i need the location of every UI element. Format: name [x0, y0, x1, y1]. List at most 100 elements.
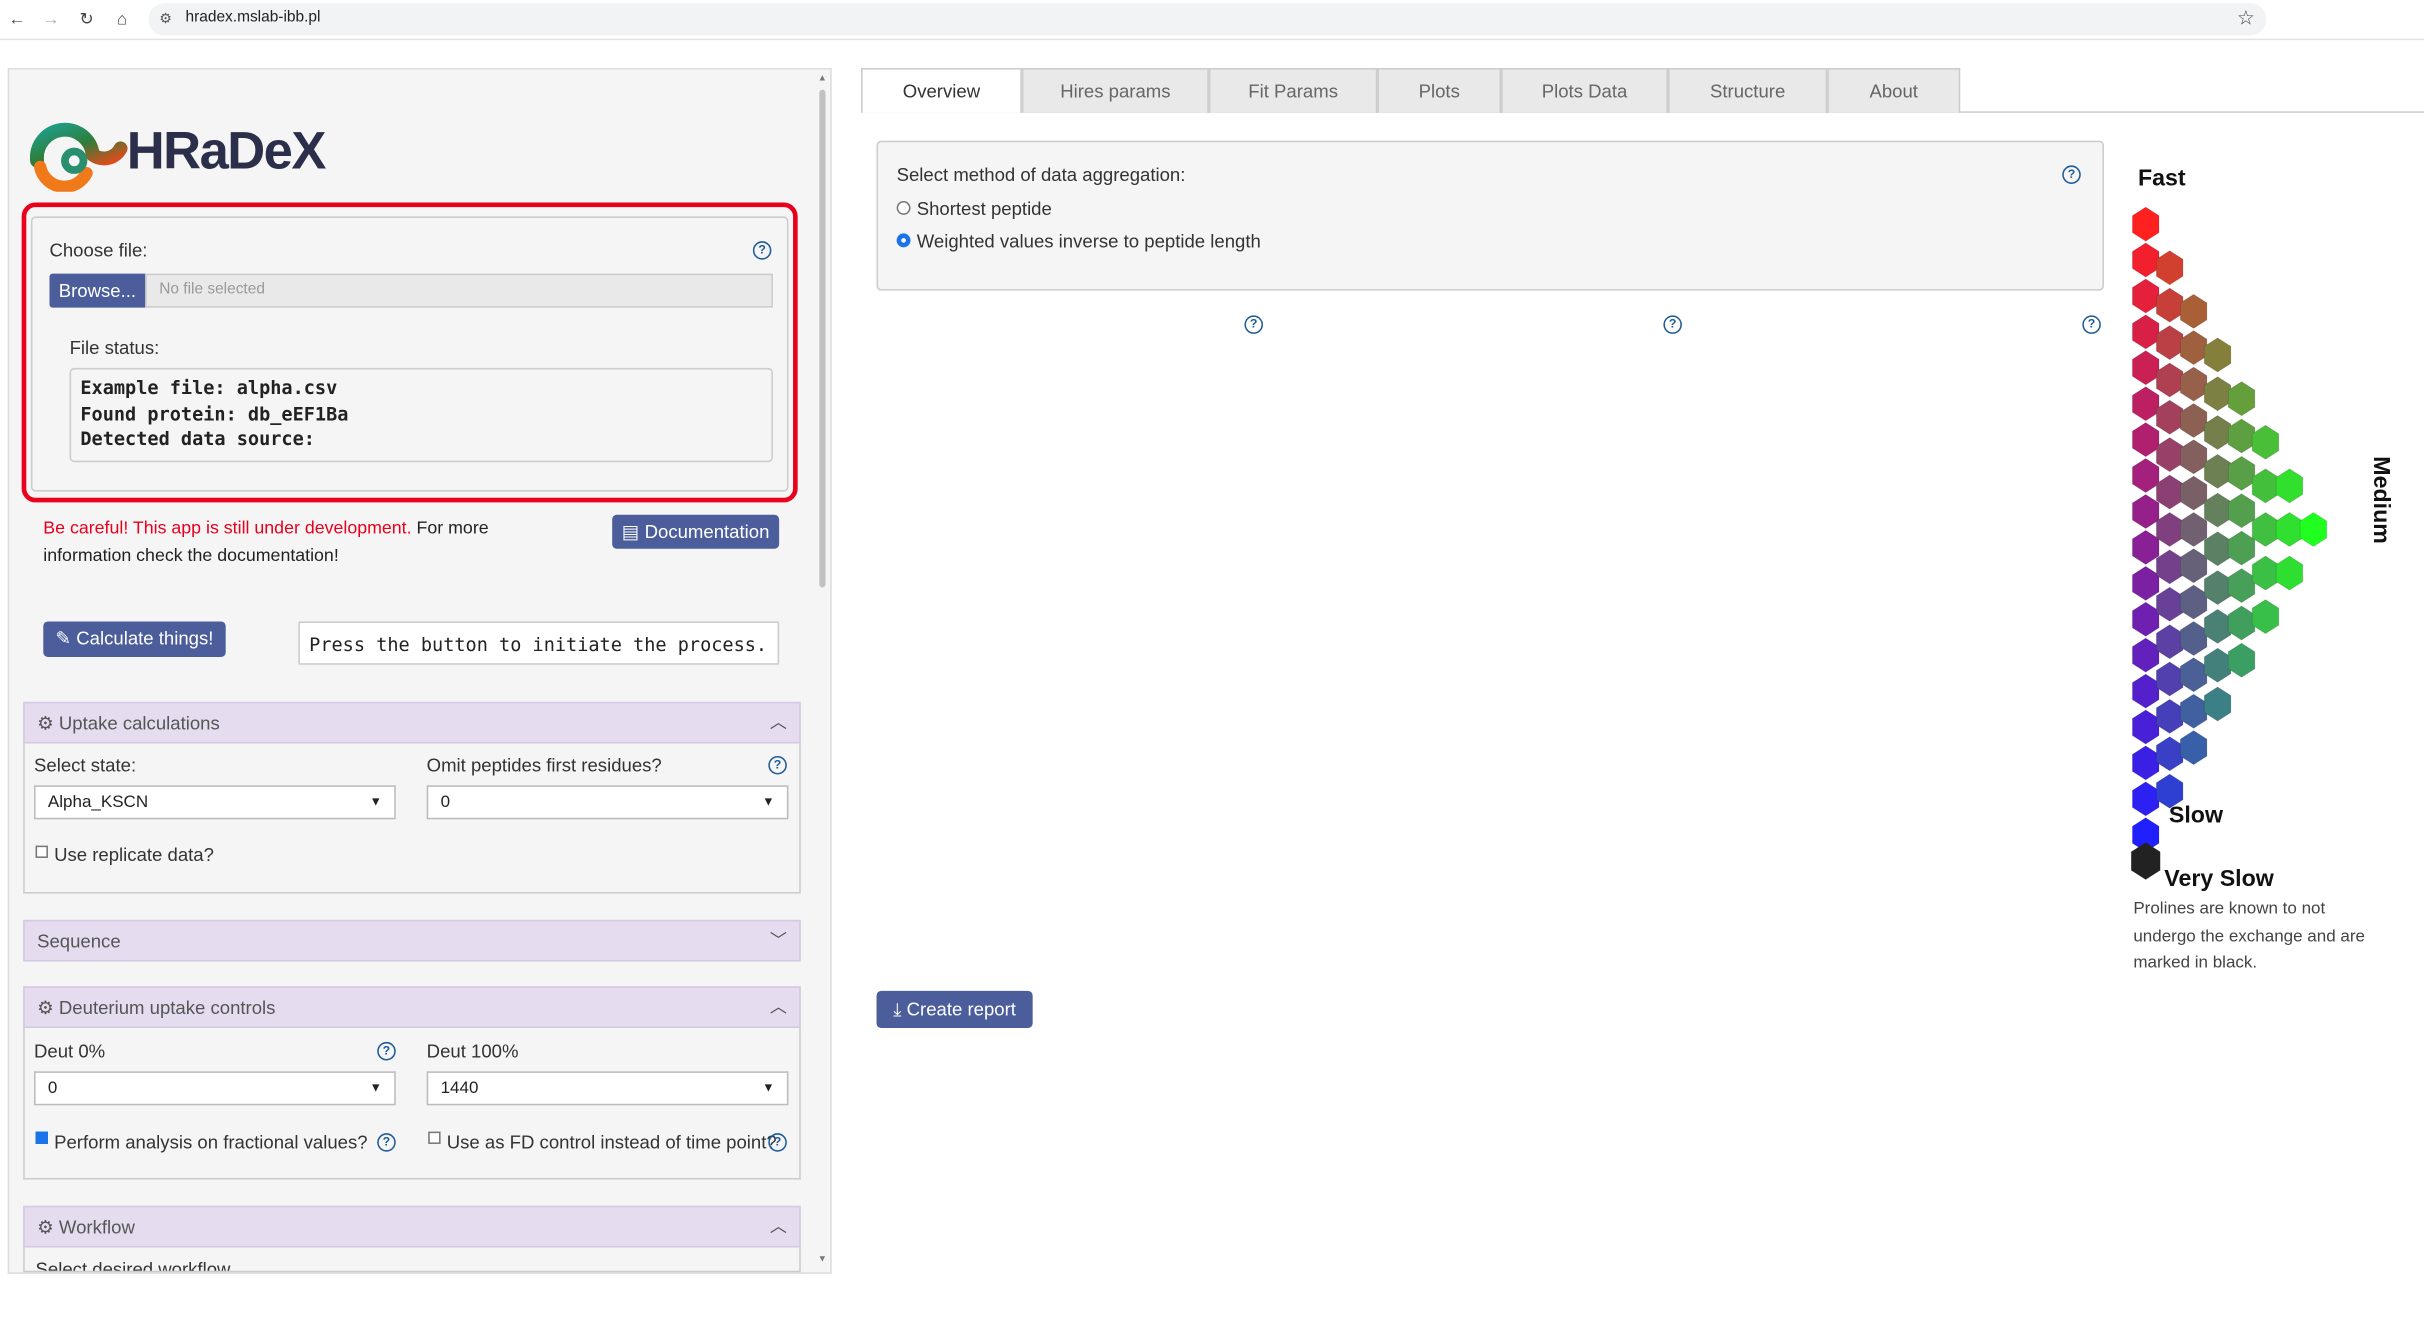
legend-hexagon	[2155, 250, 2184, 286]
legend-hexagon	[2251, 599, 2280, 635]
deut0-select[interactable]: 0 ▼	[34, 1071, 396, 1106]
chevron-down-icon[interactable]: ﹀	[770, 921, 787, 961]
legend-hexagon	[2275, 555, 2304, 591]
browse-button[interactable]: Browse...	[49, 273, 146, 308]
chevron-up-icon[interactable]: ︿	[770, 1207, 787, 1247]
caret-down-icon: ▼	[762, 794, 775, 809]
legend-hexagon	[2155, 773, 2184, 809]
deut0-value: 0	[47, 1079, 58, 1098]
legend-hexagon	[2179, 512, 2208, 547]
help-icon[interactable]: ?	[768, 1133, 787, 1152]
legend-note-line: Prolines are known to not	[2133, 899, 2326, 919]
calculate-button[interactable]: ✎ Calculate things!	[43, 621, 226, 658]
legend-note-line: marked in black.	[2133, 953, 2258, 973]
home-icon[interactable]: ⌂	[108, 6, 136, 34]
status-line: Detected data source:	[80, 428, 315, 450]
tab-plots[interactable]: Plots	[1377, 68, 1502, 113]
legend-hexagon	[2203, 570, 2232, 606]
legend-hexagon	[2132, 494, 2160, 530]
create-report-label: Create report	[906, 998, 1016, 1021]
chevron-up-icon[interactable]: ︿	[770, 703, 787, 743]
back-icon[interactable]: ←	[3, 6, 31, 34]
legend-hexagon	[2132, 350, 2160, 386]
magic-wand-icon: ✎	[55, 627, 72, 650]
url-text[interactable]: hradex.mslab-ibb.pl	[186, 9, 321, 26]
legend-hexagon	[2179, 439, 2208, 475]
help-icon[interactable]: ?	[377, 1041, 396, 1061]
forward-icon[interactable]: →	[37, 6, 65, 34]
fractional-checkbox[interactable]	[35, 1131, 48, 1144]
tab-plots-data[interactable]: Plots Data	[1501, 68, 1669, 113]
legend-hexagon	[2155, 512, 2184, 547]
legend-hexagon	[2203, 492, 2232, 528]
app-logo-text: HRaDeX	[126, 122, 327, 181]
tab-hires-params[interactable]: Hires params	[1021, 68, 1209, 113]
legend-hexagon	[2227, 605, 2256, 641]
legend-hexagon	[2132, 422, 2160, 458]
chevron-up-icon[interactable]: ︿	[770, 988, 787, 1028]
radio-shortest-peptide[interactable]	[896, 200, 911, 215]
legend-hexagon	[2155, 736, 2184, 772]
legend-hexagon	[2227, 530, 2256, 566]
legend-hexagon	[2155, 325, 2184, 361]
uptake-title: Uptake calculations	[58, 712, 220, 735]
file-name-field[interactable]: No file selected	[145, 273, 773, 308]
documentation-button[interactable]: ▤ Documentation	[612, 514, 780, 549]
fractional-label: Perform analysis on fractional values?	[54, 1131, 368, 1154]
omit-value: 0	[440, 793, 451, 812]
help-icon[interactable]: ?	[1663, 315, 1682, 334]
legend-hexagon	[2251, 555, 2280, 591]
legend-hexagon	[2179, 693, 2208, 729]
warning-red: Be careful! This app is still under deve…	[43, 519, 412, 538]
help-icon[interactable]: ?	[1244, 315, 1264, 334]
legend-hexagon	[2251, 424, 2280, 460]
tab-about[interactable]: About	[1827, 68, 1961, 113]
status-line: Example file: alpha.csv	[80, 377, 338, 399]
file-status-output: Example file: alpha.csv Found protein: d…	[69, 367, 773, 463]
fd-control-checkbox[interactable]	[428, 1131, 441, 1144]
aggregation-label: Select method of data aggregation:	[896, 163, 1186, 186]
tab-structure[interactable]: Structure	[1668, 68, 1828, 113]
scroll-down-icon[interactable]: ▼	[818, 1255, 827, 1264]
help-icon[interactable]: ?	[377, 1133, 396, 1152]
reload-icon[interactable]: ↻	[73, 6, 101, 34]
replicate-checkbox[interactable]	[35, 845, 48, 858]
legend-hexagon	[2132, 745, 2160, 781]
tab-overview[interactable]: Overview	[861, 68, 1022, 113]
legend-hexagon	[2179, 403, 2208, 438]
help-icon[interactable]: ?	[752, 241, 772, 260]
status-line: Found protein: db_eEF1Ba	[80, 402, 349, 425]
deut100-select[interactable]: 1440 ▼	[426, 1071, 789, 1106]
scroll-up-icon[interactable]: ▲	[818, 74, 827, 83]
legend-hexagon	[2203, 608, 2232, 644]
uptake-section-header[interactable]: ⚙ Uptake calculations ︿	[23, 701, 801, 744]
legend-hexagon	[2155, 624, 2184, 660]
documentation-label: Documentation	[644, 520, 770, 543]
sidebar-scrollbar[interactable]	[819, 89, 826, 588]
help-icon[interactable]: ?	[768, 755, 787, 775]
legend-hexagon	[2299, 512, 2328, 547]
legend-fast: Fast	[2137, 165, 2186, 192]
deuterium-section-header[interactable]: ⚙ Deuterium uptake controls ︿	[23, 986, 801, 1029]
bookmark-star-icon[interactable]: ☆	[2237, 6, 2255, 31]
radio-weighted-values[interactable]	[896, 233, 911, 248]
caret-down-icon: ▼	[369, 794, 382, 809]
state-select[interactable]: Alpha_KSCN ▼	[34, 785, 396, 820]
legend-hexagon	[2227, 568, 2256, 604]
tab-fit-params[interactable]: Fit Params	[1208, 68, 1378, 113]
address-bar[interactable]	[148, 3, 2267, 36]
sequence-section-header[interactable]: Sequence ﹀	[23, 919, 801, 962]
workflow-section-header[interactable]: ⚙ Workflow ︿	[23, 1205, 801, 1248]
help-icon[interactable]: ?	[2062, 165, 2081, 184]
create-report-button[interactable]: ⤓ Create report	[876, 990, 1033, 1029]
site-info-icon[interactable]: ⚙	[159, 11, 171, 28]
legend-hexagon-very-slow	[2131, 842, 2161, 880]
file-status-label: File status:	[69, 337, 160, 359]
omit-select[interactable]: 0 ▼	[426, 785, 789, 820]
help-icon[interactable]: ?	[2082, 315, 2101, 334]
legend-hexagon	[2155, 698, 2184, 734]
deut0-label: Deut 0%	[34, 1040, 106, 1063]
legend-hexagon	[2155, 287, 2184, 323]
state-value: Alpha_KSCN	[47, 793, 149, 812]
legend-note-line: undergo the exchange and are	[2133, 926, 2365, 946]
